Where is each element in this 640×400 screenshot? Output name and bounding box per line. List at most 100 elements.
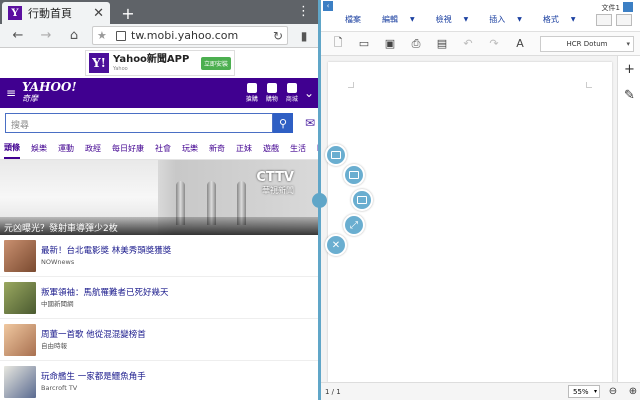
mail-icon[interactable]: ✉ [293,116,315,130]
document-page[interactable] [328,62,612,382]
chevron-down-icon: ▼ [410,16,415,23]
menu-view[interactable]: 檢視 ▼ [436,14,469,25]
megaphone-icon[interactable]: 搶購 [246,83,258,103]
list-item[interactable]: 周董一首歌 他從混混變榜首 自由時報 [0,319,320,361]
menu-list: 檔案 編輯 ▼ 檢視 ▼ 插入 ▼ 格式 ▼ [321,14,576,25]
ad-card[interactable]: Y! Yahoo新聞APP Yahoo 立即安裝 [85,50,235,76]
divider-handle[interactable] [312,193,327,208]
split-screen: Y 行動首頁 ✕ + ⋮ ← → ⌂ ★ tw.mobi.yahoo.com ↻… [0,0,640,400]
swap-windows-icon[interactable] [343,164,365,186]
omnibox[interactable]: ★ tw.mobi.yahoo.com ↻ [92,26,288,45]
menu-insert[interactable]: 插入 ▼ [489,14,522,25]
chevron-down-icon: ▼ [570,16,576,23]
news-thumbnail [4,365,36,398]
new-tab-button[interactable]: + [114,2,142,24]
new-document-icon[interactable]: 🗋 [331,36,345,50]
url-bar: ← → ⌂ ★ tw.mobi.yahoo.com ↻ ▮ [0,24,320,48]
add-icon[interactable]: + [618,56,640,82]
zoom-in-icon[interactable]: ⊕ [626,385,640,399]
ad-banner: Y! Yahoo新聞APP Yahoo 立即安裝 [0,48,320,78]
nav-item[interactable]: 正妹 [236,139,252,158]
zoom-select[interactable]: 55% [568,385,600,398]
news-source: 中國新聞網 [41,299,74,308]
bookmark-icon[interactable]: ▮ [292,29,316,43]
page-margin-mark [348,82,354,88]
nav-item[interactable]: 生活 [290,139,306,158]
hero-watermark-sub: 華視新聞 [262,186,294,195]
nav-item[interactable]: 社會 [155,139,171,158]
star-icon[interactable]: ★ [97,29,111,42]
back-arrow-icon[interactable]: ← [4,28,32,43]
chevron-down-icon: ▼ [517,16,522,23]
search-icon[interactable]: ⚲ [273,113,293,133]
print-icon[interactable]: ⎙ [409,37,423,50]
drag-content-icon[interactable] [351,189,373,211]
font-style-icon[interactable]: A [513,37,527,50]
chevron-down-icon: ▼ [463,16,469,23]
redo-icon[interactable]: ↷ [487,37,501,50]
file-options-icon[interactable] [623,2,633,12]
nav-item[interactable]: 玩樂 [182,139,198,158]
yahoo-search-bar: 搜尋 ⚲ ✉ [0,108,320,138]
menu-format[interactable]: 格式 ▼ [543,14,576,25]
list-item[interactable]: 叛軍領袖：馬航罹難者已死好幾天 中國新聞網 [0,277,320,319]
header-icons: 搶購 購物 商城 [246,83,298,103]
store-icon[interactable]: 商城 [286,83,298,103]
nav-item[interactable]: 每日好康 [112,139,144,158]
nav-item[interactable]: 政經 [85,139,101,158]
switch-windows-icon[interactable] [325,144,347,166]
document-workspace [321,56,617,382]
news-title: 叛軍領袖：馬航罹難者已死好幾天 [41,287,169,298]
yahoo-logo[interactable]: YAHOO! 奇摩 [22,81,77,104]
browser-window: Y 行動首頁 ✕ + ⋮ ← → ⌂ ★ tw.mobi.yahoo.com ↻… [0,0,320,400]
home-icon[interactable]: ⌂ [60,28,88,43]
news-title: 周董一首歌 他從混混變榜首 [41,329,146,340]
yahoo-app-logo-icon: Y! [89,53,109,73]
hero-news[interactable]: CTTV 華視新聞 元凶曝光？發射車導彈少2枚 [0,160,320,235]
menu-file[interactable]: 檔案 [345,14,361,25]
forward-arrow-icon[interactable]: → [32,28,60,43]
close-tab-icon[interactable]: ✕ [93,6,104,21]
menu-edit[interactable]: 編輯 ▼ [382,14,415,25]
hero-caption: 元凶曝光？發射車導彈少2枚 [0,217,320,235]
overflow-menu-icon[interactable]: ⋮ [297,2,310,22]
install-button[interactable]: 立即安裝 [200,56,231,70]
page-margin-mark [586,82,592,88]
undo-icon[interactable]: ↶ [461,37,475,50]
editor-menubar: ‹ 文件1 檔案 編輯 ▼ 檢視 ▼ 插入 ▼ 格式 ▼ [321,0,640,32]
nav-item[interactable]: 娛樂 [31,139,47,158]
browser-tab[interactable]: Y 行動首頁 ✕ [2,2,110,24]
maximize-window-icon[interactable]: ⤢ [343,214,365,236]
close-window-icon[interactable]: ✕ [325,234,347,256]
edit-note-icon[interactable]: ✎ [618,82,640,108]
nav-item[interactable]: 新奇 [209,139,225,158]
cart-icon[interactable]: 購物 [266,83,278,103]
open-folder-icon[interactable]: ▭ [357,37,371,50]
hamburger-menu-icon[interactable]: ≡ [6,86,20,100]
tab-title: 行動首頁 [28,7,72,20]
ad-title: Yahoo新聞APP [113,54,190,65]
nav-item[interactable]: 運動 [58,139,74,158]
back-icon[interactable]: ‹ [323,1,333,11]
news-source: NOWnews [41,257,75,266]
chevron-down-icon[interactable]: ⌄ [304,86,314,100]
font-select[interactable]: HCR Dotum [540,35,634,52]
document-filename: 文件1 [601,4,620,12]
reload-icon[interactable]: ↻ [273,29,283,43]
category-nav: 頭條 娛樂 運動 政經 每日好康 社會 玩樂 新奇 正妹 遊戲 生活 時尚 [0,138,320,160]
search-input[interactable]: 搜尋 [5,113,273,133]
news-source: 自由時報 [41,341,67,350]
browser-tabbar: Y 行動首頁 ✕ + ⋮ [0,0,320,24]
side-panel: + ✎ [617,56,640,382]
nav-item[interactable]: 遊戲 [263,139,279,158]
toolbar-toggle-button[interactable] [596,14,612,26]
url-text[interactable]: tw.mobi.yahoo.com [131,29,273,42]
save-icon[interactable]: ▣ [383,37,397,50]
nav-item-headlines[interactable]: 頭條 [4,138,20,159]
list-item[interactable]: 玩命艦生 一家都是鱷魚角手 Barcroft TV [0,361,320,400]
preview-icon[interactable]: ▤ [435,37,449,50]
expand-toolbar-button[interactable] [616,14,632,26]
zoom-out-icon[interactable]: ⊖ [606,385,620,399]
list-item[interactable]: 最新！台北電影獎 林美秀頭獎獲獎 NOWnews [0,235,320,277]
ad-subtitle: Yahoo [113,66,128,72]
